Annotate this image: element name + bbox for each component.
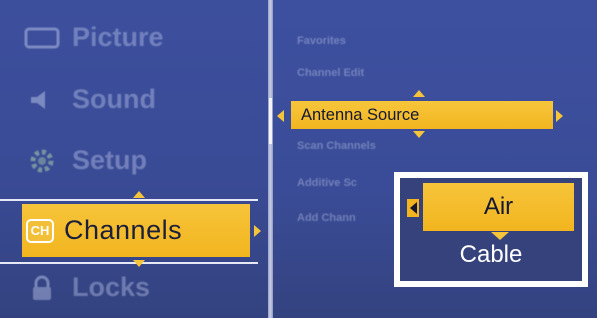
scroll-down-arrow-icon[interactable]: [133, 260, 145, 267]
menu-item-setup[interactable]: Setup: [22, 145, 147, 176]
menu-item-locks[interactable]: Locks: [22, 272, 150, 303]
submenu-item-channel-edit[interactable]: Channel Edit: [297, 67, 364, 79]
selection-line-top: [0, 199, 258, 201]
menu-item-label: Locks: [72, 272, 151, 302]
scroll-up-arrow-icon[interactable]: [133, 191, 145, 198]
menu-item-label: Picture: [72, 22, 164, 52]
speaker-icon: [22, 86, 62, 114]
submenu-item-favorites[interactable]: Favorites: [297, 35, 346, 47]
option-label: Air: [483, 193, 514, 220]
menu-item-channels[interactable]: CH Channels: [22, 204, 250, 257]
option-left-arrow[interactable]: [407, 199, 419, 217]
menu-item-label: Sound: [72, 84, 156, 114]
menu-item-label: Channels: [64, 215, 183, 245]
option-cable[interactable]: Cable: [400, 241, 582, 269]
main-menu-panel: Picture Sound Setup CH Channels Locks: [0, 0, 268, 318]
picture-icon: [22, 24, 62, 52]
option-left-arrow-icon[interactable]: [277, 110, 284, 122]
scroll-up-arrow-icon[interactable]: [413, 90, 425, 97]
selection-line-bottom: [0, 262, 258, 264]
antenna-source-popup: Air Cable: [394, 172, 588, 287]
scroll-down-arrow-icon[interactable]: [491, 232, 509, 240]
expand-right-arrow-icon[interactable]: [254, 225, 261, 237]
submenu-item-antenna-source[interactable]: Antenna Source: [291, 101, 553, 129]
menu-item-picture[interactable]: Picture: [22, 22, 164, 53]
menu-item-label: Setup: [72, 145, 148, 175]
submenu-item-label: Antenna Source: [301, 105, 420, 124]
scroll-down-arrow-icon[interactable]: [413, 131, 425, 138]
submenu-item-additive-scan[interactable]: Additive Sc: [297, 177, 357, 189]
option-right-arrow-icon[interactable]: [556, 110, 563, 122]
left-arrow-icon: [409, 202, 417, 214]
submenu-item-add-channel[interactable]: Add Chann: [297, 212, 356, 224]
menu-item-sound[interactable]: Sound: [22, 84, 156, 115]
gear-icon: [22, 147, 62, 175]
option-air[interactable]: Air: [423, 183, 574, 231]
submenu-item-scan-channels[interactable]: Scan Channels: [297, 140, 376, 152]
lock-icon: [22, 274, 62, 302]
ch-icon: CH: [26, 218, 54, 243]
